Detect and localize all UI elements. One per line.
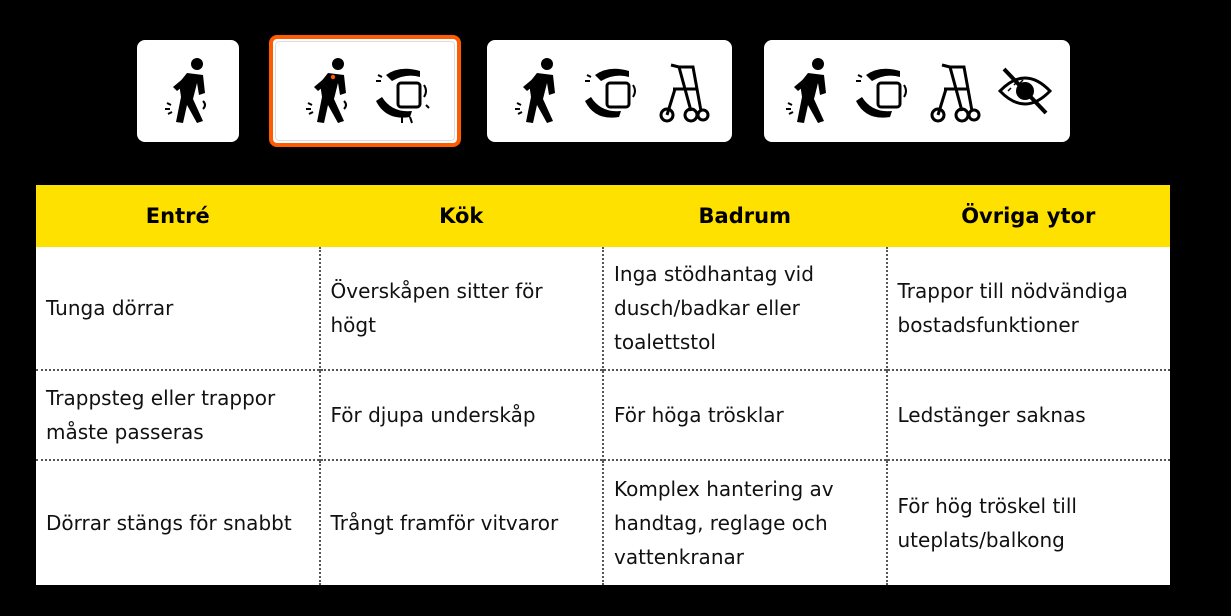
column-header-kok: Kök [319,185,603,247]
low-vision-icon [996,55,1054,127]
person-pain-icon [300,55,358,127]
table-row: Tunga dörrar Överskåpen sitter för högt … [36,247,1170,370]
table-cell: Trångt framför vitvaror [318,459,603,585]
grip-jar-icon [852,55,910,127]
level-card-1[interactable] [137,40,239,142]
table-cell: Dörrar stängs för snabbt [36,459,320,585]
table-row: Trappsteg eller trappor måste passeras F… [36,369,1170,460]
level-card-3[interactable] [487,40,732,142]
table-cell: Trappsteg eller trappor måste passeras [36,369,320,460]
level-card-4[interactable] [764,40,1070,142]
person-pain-icon [509,55,567,127]
table-row: Dörrar stängs för snabbt Trångt framför … [36,459,1170,585]
table-cell: Komplex hantering av handtag, reglage oc… [602,459,887,585]
rollator-icon [924,55,982,127]
person-pain-icon [780,55,838,127]
grip-jar-icon [372,55,430,127]
table-cell: Ledstänger saknas [885,369,1170,460]
table-cell: Trappor till nödvändiga bostadsfunktione… [885,247,1170,370]
rollator-icon [653,55,711,127]
column-header-badrum: Badrum [603,185,887,247]
table-cell: För djupa underskåp [318,369,603,460]
table-cell: Inga stödhantag vid dusch/badkar eller t… [602,247,887,370]
table-cell: För höga trösklar [602,369,887,460]
person-pain-icon [159,55,217,127]
grip-jar-icon [581,55,639,127]
table-cell: För hög tröskel till uteplats/balkong [885,459,1170,585]
level-card-2[interactable] [269,35,461,147]
table-header-row: Entré Kök Badrum Övriga ytor [36,185,1170,247]
table-cell: Överskåpen sitter för högt [318,247,603,370]
column-header-entre: Entré [36,185,320,247]
accessibility-table: Entré Kök Badrum Övriga ytor Tunga dörra… [36,185,1170,585]
column-header-ovriga-ytor: Övriga ytor [886,185,1170,247]
table-cell: Tunga dörrar [46,296,174,320]
